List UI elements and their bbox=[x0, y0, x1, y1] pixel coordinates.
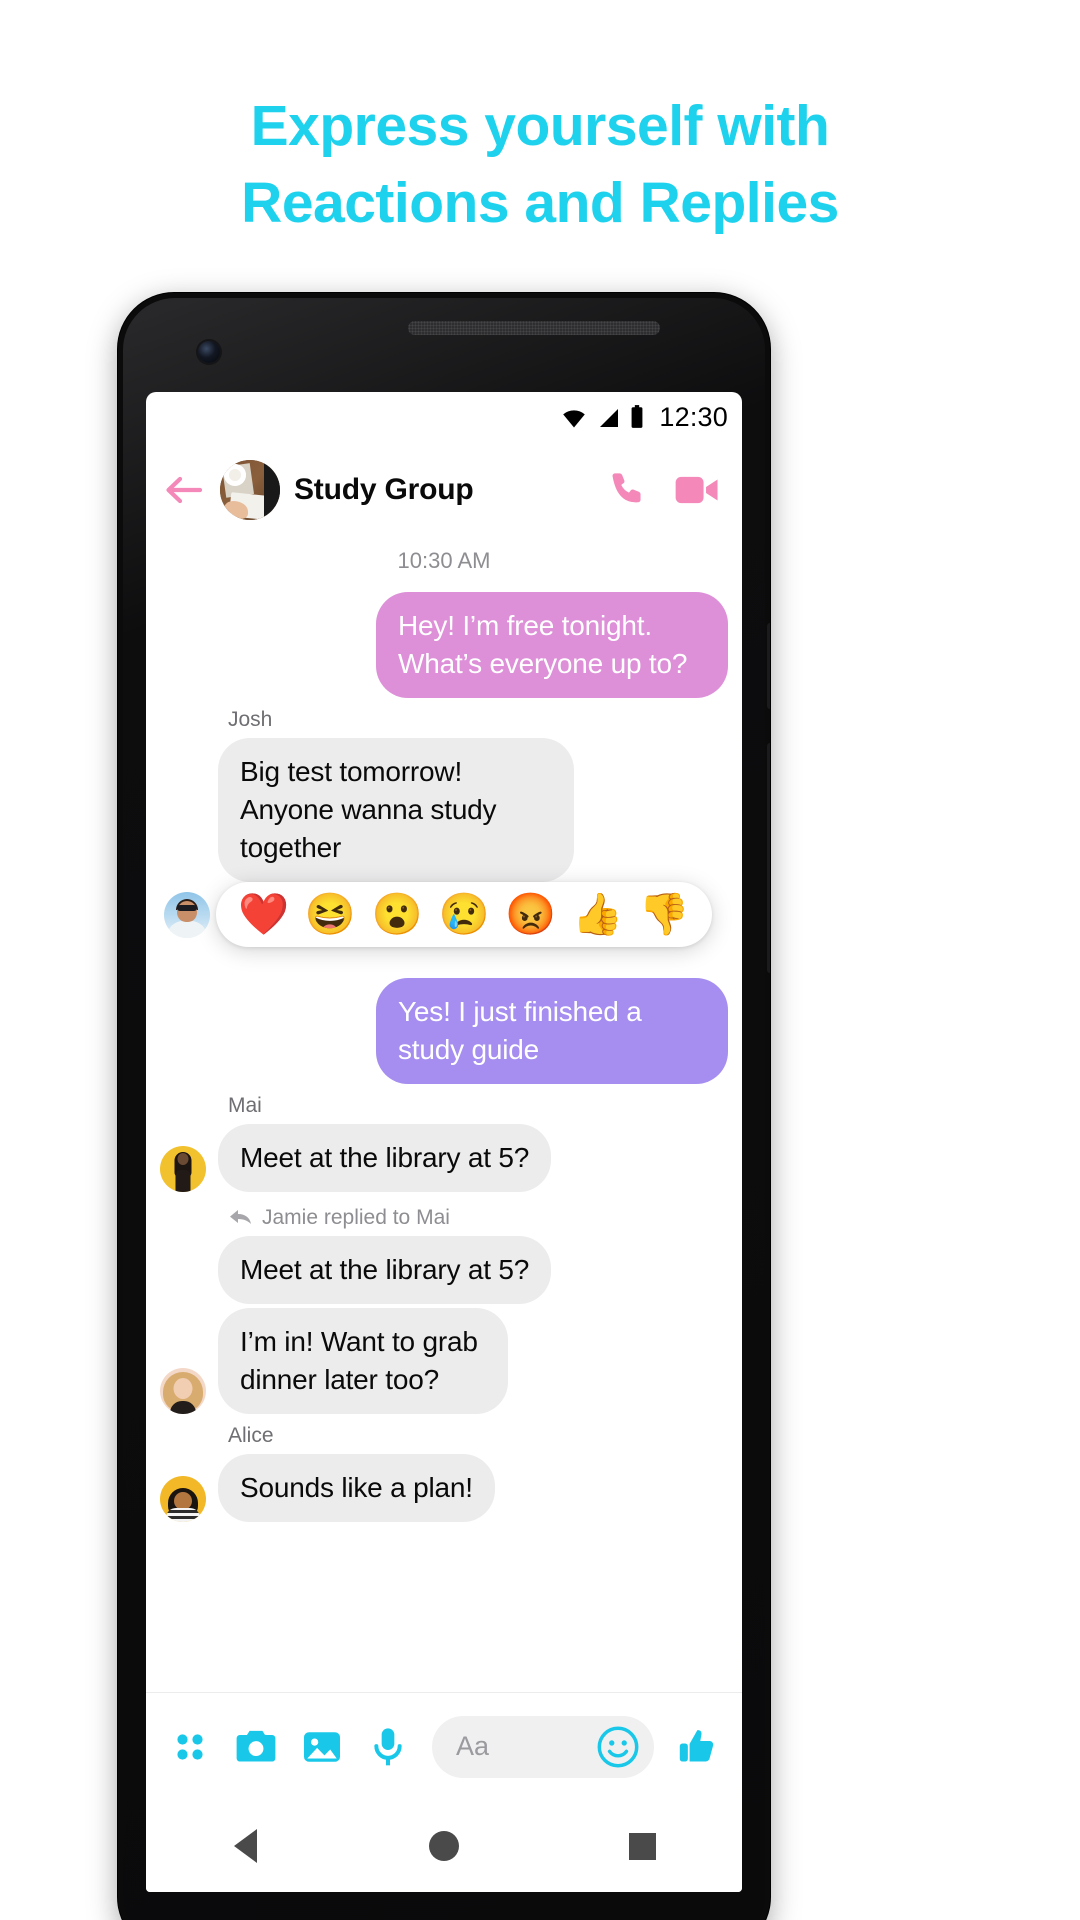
chat-header: Study Group bbox=[146, 442, 742, 538]
headline-line-2: Reactions and Replies bbox=[241, 171, 839, 235]
message-input-placeholder: Aa bbox=[456, 1731, 490, 1761]
heart-reaction[interactable]: ❤️ bbox=[238, 894, 289, 935]
message-row-quoted: Meet at the library at 5? bbox=[160, 1236, 728, 1304]
group-avatar[interactable] bbox=[220, 460, 280, 520]
reply-arrow-icon bbox=[230, 1210, 251, 1224]
screenshot-root: Express yourself with Reactions and Repl… bbox=[0, 0, 1080, 1920]
message-composer: Aa bbox=[146, 1692, 742, 1800]
volume-button[interactable] bbox=[767, 743, 770, 973]
video-camera-icon[interactable] bbox=[674, 469, 720, 511]
chat-title[interactable]: Study Group bbox=[294, 473, 594, 507]
mai-avatar bbox=[160, 1146, 206, 1192]
microphone-icon bbox=[374, 1727, 402, 1765]
thumbs-up-reaction[interactable]: 👍 bbox=[572, 894, 623, 935]
message-bubble[interactable]: Meet at the library at 5? bbox=[218, 1124, 552, 1192]
message-sender-name: Mai bbox=[228, 1094, 262, 1117]
reply-indicator-label: Jamie replied to Mai bbox=[262, 1206, 450, 1229]
phone-mockup: 12:30 Study Group 10:30 AM Hey! I’m free… bbox=[118, 293, 770, 1920]
android-nav-bar bbox=[146, 1800, 742, 1892]
back-arrow-icon bbox=[166, 476, 203, 504]
josh-avatar bbox=[164, 892, 210, 938]
sad-reaction[interactable]: 😢 bbox=[438, 894, 489, 935]
message-bubble[interactable]: Hey! I’m free tonight. What’s everyone u… bbox=[376, 592, 728, 698]
quoted-message-bubble[interactable]: Meet at the library at 5? bbox=[218, 1236, 552, 1304]
phone-screen: 12:30 Study Group 10:30 AM Hey! I’m free… bbox=[146, 392, 742, 1892]
nav-back-button[interactable] bbox=[213, 1814, 277, 1878]
message-row-incoming: Big test tomorrow! Anyone wanna study to… bbox=[160, 738, 728, 882]
camera-icon bbox=[236, 1730, 276, 1762]
conversation-timestamp: 10:30 AM bbox=[397, 548, 491, 573]
status-bar-icons bbox=[559, 404, 645, 430]
message-bubble[interactable]: Yes! I just finished a study guide bbox=[376, 978, 728, 1084]
app-drawer-button[interactable] bbox=[168, 1725, 212, 1769]
power-button[interactable] bbox=[767, 623, 770, 709]
reaction-picker-zone: ❤️ 😆 😮 😢 😡 👍 👎 bbox=[160, 882, 728, 968]
nav-recents-square-icon bbox=[629, 1832, 657, 1860]
message-bubble[interactable]: Big test tomorrow! Anyone wanna study to… bbox=[218, 738, 574, 882]
status-bar: 12:30 bbox=[146, 392, 742, 442]
battery-icon bbox=[632, 405, 643, 428]
thumbs-up-icon bbox=[679, 1729, 714, 1762]
gallery-button[interactable] bbox=[300, 1725, 344, 1769]
nav-home-button[interactable] bbox=[412, 1814, 476, 1878]
chat-header-actions bbox=[608, 469, 724, 511]
emoji-smiley-icon[interactable] bbox=[596, 1725, 640, 1769]
reply-indicator: Jamie replied to Mai bbox=[228, 1206, 728, 1230]
phone-icon[interactable] bbox=[608, 469, 650, 511]
front-camera-icon bbox=[198, 341, 220, 363]
wifi-icon bbox=[563, 410, 586, 428]
nav-recents-button[interactable] bbox=[611, 1814, 675, 1878]
earpiece-speaker-icon bbox=[408, 321, 660, 335]
reaction-picker[interactable]: ❤️ 😆 😮 😢 😡 👍 👎 bbox=[216, 882, 712, 947]
like-button[interactable] bbox=[676, 1725, 720, 1769]
message-row-incoming: Meet at the library at 5? bbox=[160, 1124, 728, 1192]
jamie-avatar bbox=[160, 1368, 206, 1414]
message-bubble[interactable]: Sounds like a plan! bbox=[218, 1454, 495, 1522]
message-row-incoming: I’m in! Want to grab dinner later too? bbox=[160, 1308, 728, 1414]
message-list[interactable]: 10:30 AM Hey! I’m free tonight. What’s e… bbox=[146, 548, 742, 1534]
voice-message-button[interactable] bbox=[366, 1725, 410, 1769]
camera-button[interactable] bbox=[234, 1725, 278, 1769]
thumbs-down-reaction[interactable]: 👎 bbox=[639, 894, 690, 935]
message-bubble[interactable]: I’m in! Want to grab dinner later too? bbox=[218, 1308, 508, 1414]
angry-reaction[interactable]: 😡 bbox=[505, 894, 556, 935]
image-icon bbox=[304, 1731, 340, 1762]
message-sender-name: Josh bbox=[228, 708, 273, 731]
headline-line-1: Express yourself with bbox=[250, 94, 830, 158]
message-row-outgoing: Yes! I just finished a study guide bbox=[160, 978, 728, 1084]
wow-reaction[interactable]: 😮 bbox=[372, 894, 423, 935]
nav-back-triangle-icon bbox=[233, 1829, 257, 1863]
page-title: Express yourself with Reactions and Repl… bbox=[0, 88, 1080, 242]
haha-reaction[interactable]: 😆 bbox=[305, 894, 356, 935]
status-bar-clock: 12:30 bbox=[659, 401, 728, 432]
alice-avatar bbox=[160, 1476, 206, 1522]
message-row-outgoing: Hey! I’m free tonight. What’s everyone u… bbox=[160, 592, 728, 698]
nav-home-circle-icon bbox=[428, 1831, 459, 1861]
message-input[interactable]: Aa bbox=[432, 1715, 654, 1778]
four-dots-icon bbox=[177, 1733, 203, 1760]
back-button[interactable] bbox=[162, 468, 206, 512]
cellular-signal-icon bbox=[600, 409, 619, 427]
message-sender-name: Alice bbox=[228, 1424, 274, 1447]
message-row-incoming: Sounds like a plan! bbox=[160, 1454, 728, 1522]
